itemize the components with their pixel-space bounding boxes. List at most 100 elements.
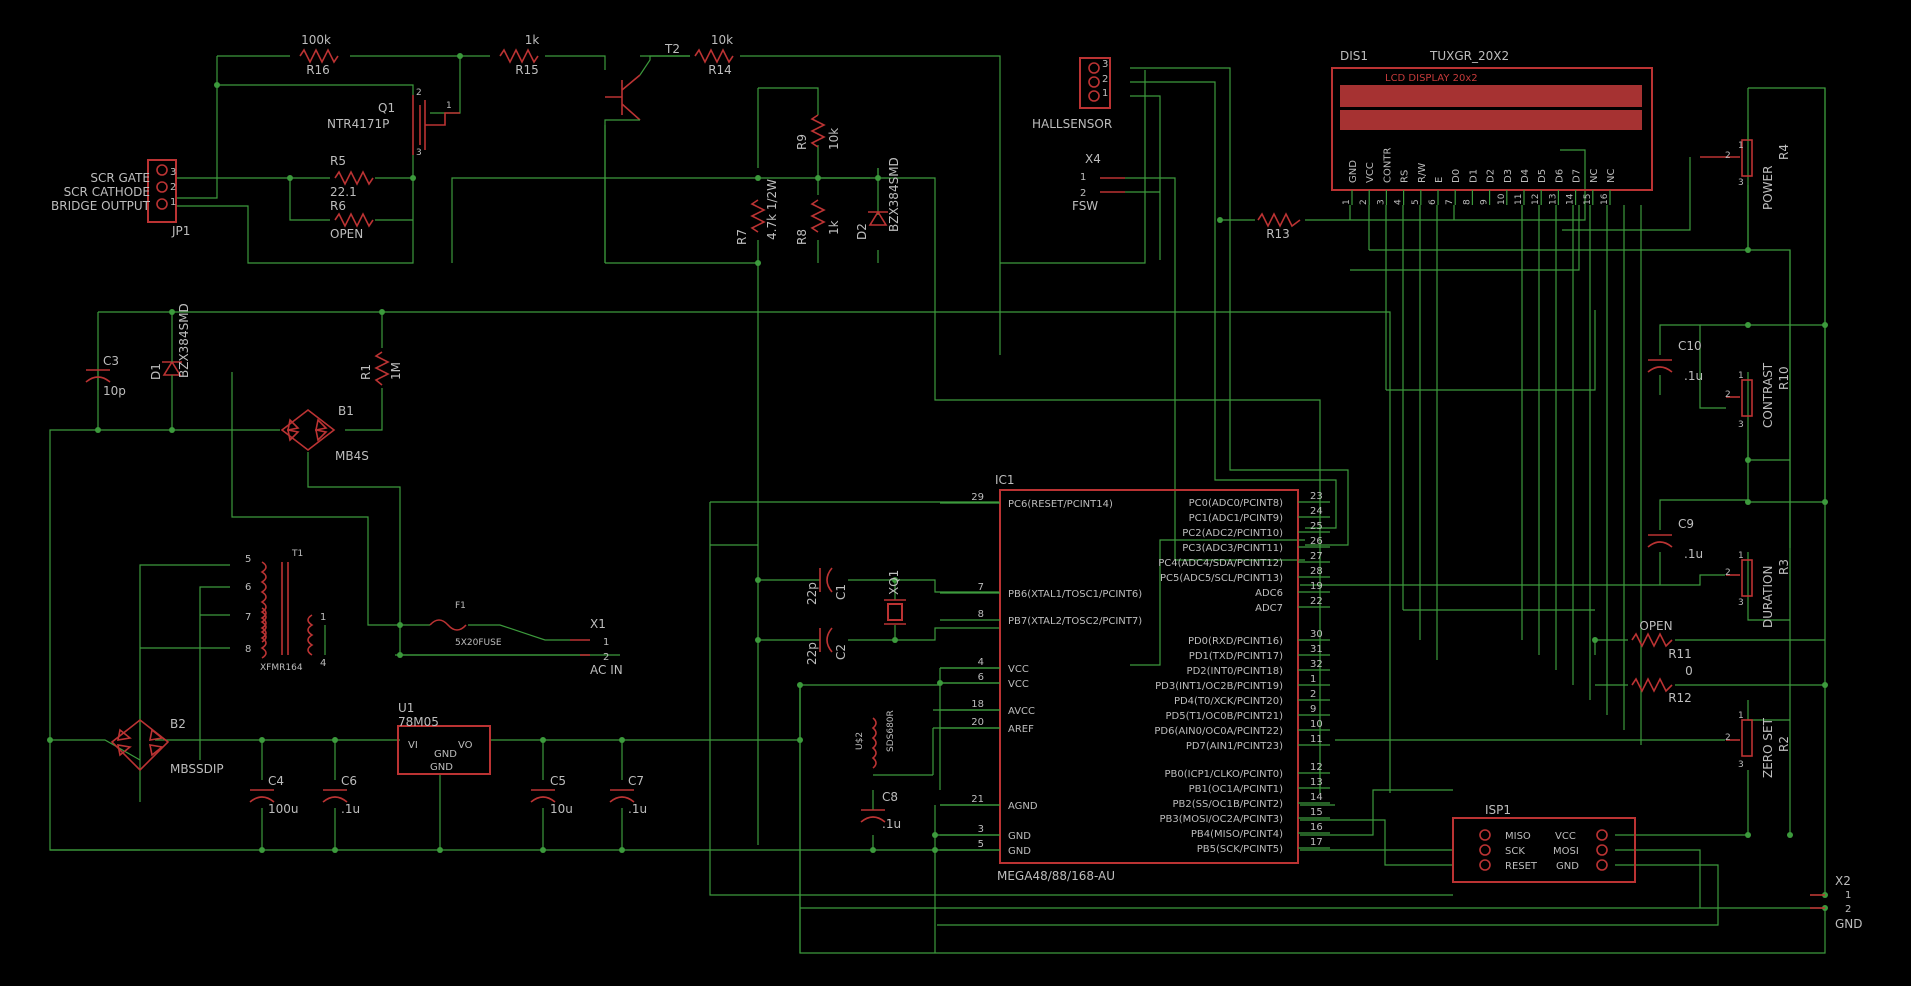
r3-value: DURATION [1761, 566, 1775, 628]
resistor-r15: 1k R15 [499, 33, 539, 77]
r8-ref: R8 [795, 229, 809, 245]
ic1-left-pin-num: 5 [978, 839, 984, 850]
r6-ref: R6 [330, 199, 346, 213]
ic1-right-pin-num: 30 [1310, 629, 1323, 640]
b2-value: MBSSDIP [170, 762, 224, 776]
capacitor-c3: C3 10p [85, 354, 126, 398]
lcd-pin-name: E [1434, 177, 1445, 183]
ic1-right-pin-name: PD6(AIN0/OC0A/PCINT22) [1154, 726, 1283, 737]
ic1-right-pin-num: 12 [1310, 762, 1323, 773]
ic1-right-pin-num: 11 [1310, 734, 1323, 745]
d1-value: BZX384SMD [177, 303, 191, 378]
ic1-right-pin-name: PB5(SCK/PCINT5) [1197, 844, 1283, 855]
x1-pin-2: 2 [603, 652, 609, 663]
ic1-right-pin-name: PD3(INT1/OC2B/PCINT19) [1155, 681, 1283, 692]
q1-pin-2: 2 [416, 88, 422, 98]
isp1-reset: RESET [1505, 861, 1538, 872]
isp1-miso: MISO [1505, 831, 1531, 842]
r2-value: ZERO SET [1761, 717, 1775, 778]
isp1-sck: SCK [1505, 846, 1525, 857]
r3-pin-1: 1 [1738, 551, 1744, 561]
ic1-left-pin-num: 21 [971, 794, 984, 805]
ic1-right-pin-name: PB1(OC1A/PCINT1) [1189, 784, 1283, 795]
jp1-label-scr-gate: SCR GATE [90, 171, 150, 185]
bridge-b2: B2 MBSSDIP [110, 717, 224, 776]
t1-pin-6: 6 [245, 582, 251, 593]
ic1-right-pin-num: 16 [1310, 822, 1323, 833]
c3-ref: C3 [103, 354, 119, 368]
resistor-r5: R5 22.1 [330, 154, 374, 199]
r1-ref: R1 [359, 364, 373, 380]
x2-pin-1: 1 [1845, 890, 1851, 901]
r4-pin-3: 3 [1738, 420, 1744, 430]
r2-pin-2: 2 [1725, 733, 1731, 743]
pot-r2: 1 2 3 ZERO SET R2 [1725, 711, 1791, 778]
r10-pin-3: 3 [1738, 178, 1744, 188]
c2-ref: C2 [834, 644, 848, 660]
ic1-right-pin-name: PB2(SS/OC1B/PCINT2) [1173, 799, 1284, 810]
lcd-pin-name: NC [1606, 169, 1617, 183]
isp1-gnd: GND [1556, 861, 1579, 872]
ic1-left-pin-num: 4 [978, 657, 984, 668]
lcd-pin-name: D0 [1451, 169, 1462, 183]
ic1-right-pin-name: PC1(ADC1/PCINT9) [1189, 513, 1283, 524]
ic1-left-pin-name: AREF [1008, 724, 1034, 735]
q1-ref: Q1 [378, 101, 395, 115]
t2-ref: T2 [664, 42, 680, 56]
lcd-pin-num: 6 [1428, 199, 1438, 205]
c6-ref: C6 [341, 774, 357, 788]
x2-pin-2: 2 [1845, 904, 1851, 915]
q1-value: NTR4171P [327, 117, 389, 131]
r3-pin-3: 3 [1738, 598, 1744, 608]
ic1-right-pin-name: PD7(AIN1/PCINT23) [1186, 741, 1283, 752]
lcd-pin-num: 16 [1600, 193, 1610, 205]
c2-value: 22p [805, 642, 819, 665]
c9-ref: C9 [1678, 517, 1694, 531]
r5-ref: R5 [330, 154, 346, 168]
lcd-pin-num: 12 [1531, 194, 1541, 205]
r2-pin-1: 1 [1738, 711, 1744, 721]
ic1-right-pin-num: 2 [1310, 689, 1316, 700]
capacitor-c10: C10 .1u [1647, 339, 1703, 383]
r9-value: 10k [827, 128, 841, 150]
ic1-left-pin-name: VCC [1008, 679, 1029, 690]
ic1-left-pin-num: 29 [971, 492, 984, 503]
b1-value: MB4S [335, 449, 369, 463]
ic1-right-pin-name: ADC7 [1255, 603, 1283, 614]
q1-pin-1: 1 [446, 101, 452, 111]
ic1-right-pin-num: 10 [1310, 719, 1323, 730]
r2-pin-3: 3 [1738, 760, 1744, 770]
t1-ref: T1 [291, 549, 303, 559]
r4-pin-2: 2 [1725, 390, 1731, 400]
c4-ref: C4 [268, 774, 284, 788]
lcd-title: LCD DISPLAY 20x2 [1385, 73, 1478, 84]
r11-ref: R11 [1668, 647, 1692, 661]
ic1-right-pin-num: 17 [1310, 837, 1323, 848]
ic1-left-pin-num: 7 [978, 582, 984, 593]
u1-pin-vi: VI [408, 740, 418, 751]
t1-pin-8: 8 [245, 644, 251, 655]
r9-ref: R9 [795, 134, 809, 150]
lcd-pin-name: D3 [1503, 169, 1514, 183]
r4-pin-1: 1 [1738, 371, 1744, 381]
u1-value: 78M05 [398, 715, 439, 729]
c9-value: .1u [1684, 547, 1703, 561]
lcd-pin-num: 15 [1583, 194, 1593, 205]
r16-value: 100k [301, 33, 331, 47]
isp1-mosi: MOSI [1553, 846, 1579, 857]
transformer-t1: T1 5 6 7 8 1 4 XFMR164 [245, 549, 326, 673]
connector-x4: X4 1 2 FSW [1072, 152, 1125, 213]
ic1-right-pin-num: 1 [1310, 674, 1316, 685]
c7-ref: C7 [628, 774, 644, 788]
b1-ref: B1 [338, 404, 354, 418]
x4-name: FSW [1072, 199, 1098, 213]
ic1-left-pin-name: PC6(RESET/PCINT14) [1008, 499, 1113, 510]
ic1-right-pin-name: PC2(ADC2/PCINT10) [1182, 528, 1283, 539]
lcd-pin-num: 8 [1462, 199, 1472, 205]
ic1-ref: IC1 [995, 473, 1015, 487]
hall-pin-1: 1 [1102, 88, 1108, 99]
lcd-ref: DIS1 [1340, 49, 1368, 63]
jp1-label-scr-cathode: SCR CATHODE [64, 185, 150, 199]
isp1-ref: ISP1 [1485, 803, 1511, 817]
lcd-pin-name: NC [1589, 169, 1600, 183]
